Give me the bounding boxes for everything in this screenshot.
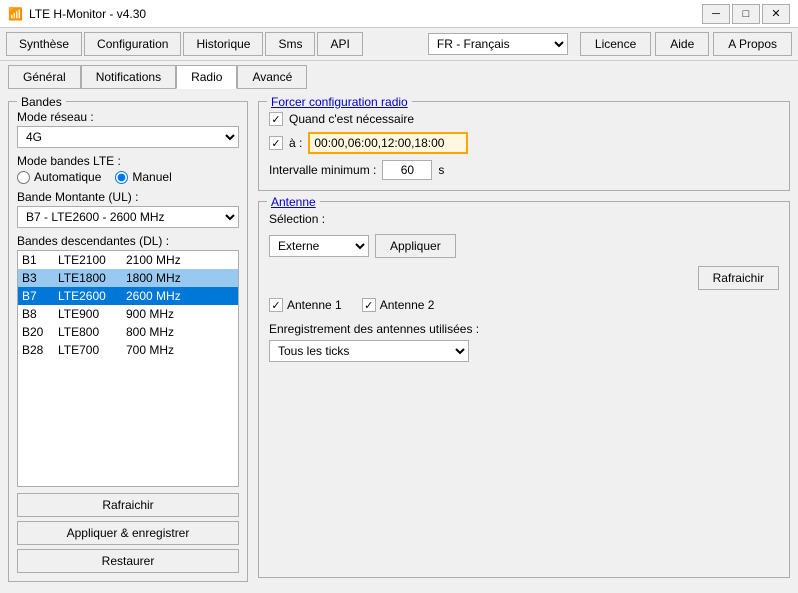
title-bar-controls: ─ □ ✕ <box>702 4 790 24</box>
appliquer-antenne-button[interactable]: Appliquer <box>375 234 456 258</box>
subtab-avance[interactable]: Avancé <box>237 65 307 89</box>
right-panel: Forcer configuration radio Quand c'est n… <box>258 101 790 578</box>
table-row[interactable]: B7 LTE2600 2600 MHz <box>18 287 238 305</box>
forcer-row-1: Quand c'est nécessaire <box>269 112 779 126</box>
language-selector-wrap: FR - Français EN - English DE - Deutsch <box>428 33 568 55</box>
bandes-panel: Bandes Mode réseau : 4G 2G 3G Auto Mode … <box>8 101 248 582</box>
appliquer-enregistrer-button[interactable]: Appliquer & enregistrer <box>17 521 239 545</box>
quand-checkbox[interactable] <box>269 112 283 126</box>
tab-synthese[interactable]: Synthèse <box>6 32 82 56</box>
table-row[interactable]: B20 LTE800 800 MHz <box>18 323 238 341</box>
mode-reseau-select[interactable]: 4G 2G 3G Auto <box>17 126 239 148</box>
table-row[interactable]: B28 LTE700 700 MHz <box>18 341 238 359</box>
ticks-select[interactable]: Tous les ticks Toutes les minutes Toutes… <box>269 340 469 362</box>
antenne1-label: Antenne 1 <box>287 298 342 312</box>
mode-reseau-label: Mode réseau : <box>17 110 239 124</box>
table-row[interactable]: B8 LTE900 900 MHz <box>18 305 238 323</box>
mode-bandes-section: Mode bandes LTE : Automatique Manuel <box>17 154 239 184</box>
main-content: Bandes Mode réseau : 4G 2G 3G Auto Mode … <box>0 89 798 586</box>
antenne1-check-label[interactable]: Antenne 1 <box>269 298 342 312</box>
bandes-title: Bandes <box>17 95 66 109</box>
app-icon: 📶 <box>8 7 23 21</box>
subtab-notifications[interactable]: Notifications <box>81 65 176 89</box>
tab-historique[interactable]: Historique <box>183 32 263 56</box>
tab-sms[interactable]: Sms <box>265 32 315 56</box>
rafraichir-antenne-button[interactable]: Rafraichir <box>698 266 779 290</box>
interval-input[interactable] <box>382 160 432 180</box>
a-checkbox[interactable] <box>269 136 283 150</box>
antenne-selection-row: Sélection : <box>269 212 779 226</box>
antenne2-checkbox[interactable] <box>362 298 376 312</box>
bande-montante-section: Bande Montante (UL) : B7 - LTE2600 - 260… <box>17 190 239 228</box>
dl-list: B1 LTE2100 2100 MHz B3 LTE1800 1800 MHz … <box>17 250 239 487</box>
tab-configuration[interactable]: Configuration <box>84 32 181 56</box>
radio-manuel[interactable]: Manuel <box>115 170 171 184</box>
table-row[interactable]: B3 LTE1800 1800 MHz <box>18 269 238 287</box>
subtab-general[interactable]: Général <box>8 65 81 89</box>
antenne-select[interactable]: Externe Interne Auto <box>269 235 369 257</box>
app-title: LTE H-Monitor - v4.30 <box>29 7 146 21</box>
title-bar-left: 📶 LTE H-Monitor - v4.30 <box>8 7 146 21</box>
forcer-title[interactable]: Forcer configuration radio <box>267 95 412 109</box>
forcer-panel: Forcer configuration radio Quand c'est n… <box>258 101 790 191</box>
minimize-button[interactable]: ─ <box>702 4 730 24</box>
aide-button[interactable]: Aide <box>655 32 709 56</box>
selection-label: Sélection : <box>269 212 325 226</box>
subtab-radio[interactable]: Radio <box>176 65 237 89</box>
rafraichir-button[interactable]: Rafraichir <box>17 493 239 517</box>
maximize-button[interactable]: □ <box>732 4 760 24</box>
antenne1-checkbox[interactable] <box>269 298 283 312</box>
antenne-checks: Antenne 1 Antenne 2 <box>269 298 779 312</box>
interval-label: Intervalle minimum : <box>269 163 376 177</box>
radio-automatique[interactable]: Automatique <box>17 170 101 184</box>
enreg-section: Enregistrement des antennes utilisées : … <box>269 322 779 362</box>
restaurer-button[interactable]: Restaurer <box>17 549 239 573</box>
antenne2-label: Antenne 2 <box>380 298 435 312</box>
action-buttons: Rafraichir Appliquer & enregistrer Resta… <box>17 493 239 573</box>
bandes-desc-section: Bandes descendantes (DL) : B1 LTE2100 21… <box>17 234 239 487</box>
quand-label: Quand c'est nécessaire <box>289 112 414 126</box>
antenne-panel: Antenne Sélection : Externe Interne Auto… <box>258 201 790 578</box>
bande-montante-select[interactable]: B7 - LTE2600 - 2600 MHz B1 - LTE2100 - 2… <box>17 206 239 228</box>
interval-unit: s <box>438 163 444 177</box>
a-label: à : <box>289 136 302 150</box>
mode-bandes-label: Mode bandes LTE : <box>17 154 239 168</box>
interval-row: Intervalle minimum : s <box>269 160 779 180</box>
table-row[interactable]: B1 LTE2100 2100 MHz <box>18 251 238 269</box>
licence-button[interactable]: Licence <box>580 32 651 56</box>
mode-reseau-section: Mode réseau : 4G 2G 3G Auto <box>17 110 239 148</box>
bande-montante-label: Bande Montante (UL) : <box>17 190 239 204</box>
enreg-label: Enregistrement des antennes utilisées : <box>269 322 779 336</box>
title-bar: 📶 LTE H-Monitor - v4.30 ─ □ ✕ <box>0 0 798 28</box>
bandes-desc-label: Bandes descendantes (DL) : <box>17 234 239 248</box>
antenne2-check-label[interactable]: Antenne 2 <box>362 298 435 312</box>
antenne-title[interactable]: Antenne <box>267 195 320 209</box>
time-input[interactable] <box>308 132 468 154</box>
forcer-row-2: à : <box>269 132 779 154</box>
menu-bar: Synthèse Configuration Historique Sms AP… <box>0 28 798 61</box>
antenne-select-row: Externe Interne Auto Appliquer <box>269 234 779 258</box>
top-buttons: Licence Aide A Propos <box>580 32 792 56</box>
language-select[interactable]: FR - Français EN - English DE - Deutsch <box>428 33 568 55</box>
close-button[interactable]: ✕ <box>762 4 790 24</box>
radio-group: Automatique Manuel <box>17 170 239 184</box>
sub-tabs: Général Notifications Radio Avancé <box>0 61 798 89</box>
tab-api[interactable]: API <box>317 32 362 56</box>
apropos-button[interactable]: A Propos <box>713 32 792 56</box>
